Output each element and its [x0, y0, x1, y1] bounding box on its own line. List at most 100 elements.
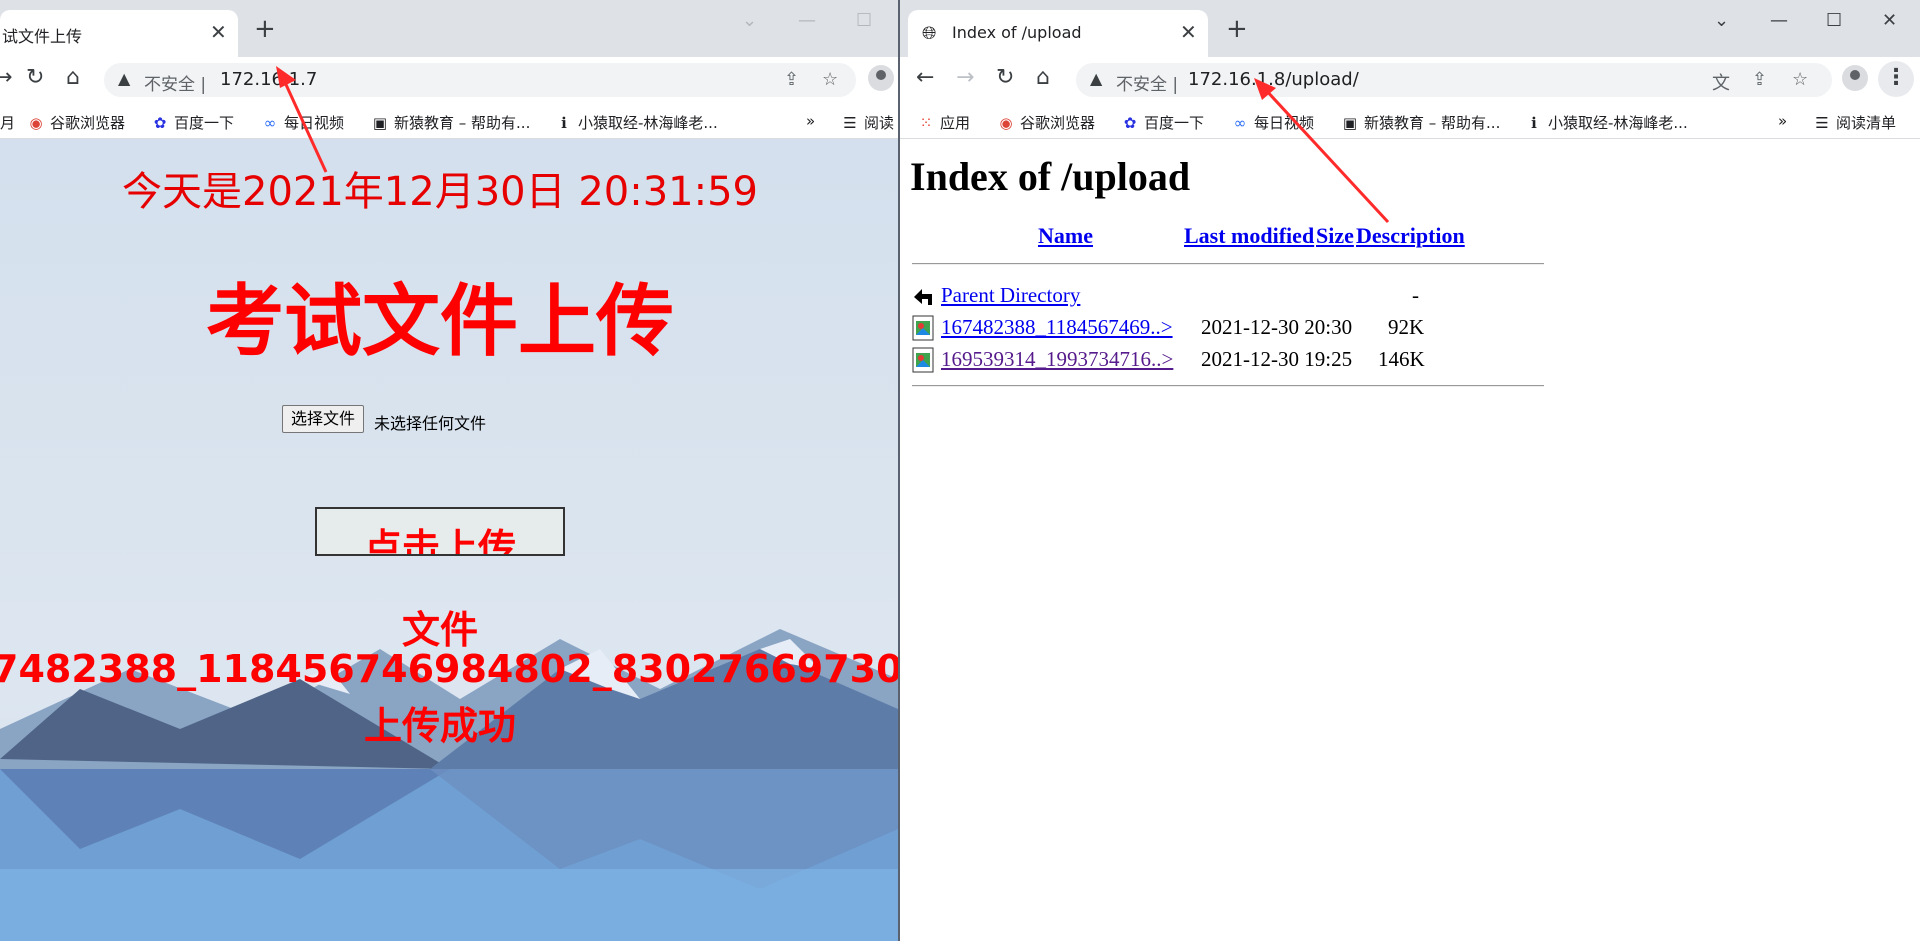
bookmark-item[interactable]: ℹ 小猿取经-林海峰老... — [1526, 112, 1688, 133]
table-row: 169539314_1993734716..> 2021-12-30 19:25… — [912, 345, 1544, 375]
bookmark-item[interactable]: ✿ 百度一下 — [1122, 112, 1204, 133]
column-header-size[interactable]: Size — [1316, 223, 1354, 249]
bookmark-item[interactable]: ▣ 新猿教育 – 帮助有... — [1342, 112, 1500, 133]
result-filename: 7482388_118456746984802_8302766973032629 — [0, 647, 898, 691]
bookmark-item[interactable]: ⁙ 应用 — [918, 112, 970, 133]
column-header-description[interactable]: Description — [1356, 223, 1465, 249]
file-modified: 2021-12-30 20:30 — [1201, 315, 1353, 339]
apps-grid-icon: ⁙ — [919, 114, 933, 132]
close-icon[interactable]: ✕ — [210, 20, 227, 44]
reload-icon[interactable]: ↻ — [996, 67, 1014, 89]
forward-icon[interactable]: → — [0, 67, 12, 89]
bookmark-item[interactable]: ∞ 每日视频 — [1232, 112, 1314, 133]
profile-avatar[interactable] — [868, 65, 894, 91]
file-modified: 2021-12-30 19:25 — [1201, 347, 1353, 371]
video-icon: ∞ — [1233, 114, 1247, 132]
left-address-bar[interactable]: ▲ 不安全 | 172.16.1.7 ⇪ ☆ — [104, 63, 856, 97]
page-heading: Index of /upload — [910, 154, 1191, 199]
bookmark-item[interactable]: ◉ 谷歌浏览器 — [28, 112, 125, 133]
footer-rule — [912, 385, 1544, 387]
new-tab-icon[interactable]: + — [254, 16, 276, 42]
header-rule — [912, 263, 1544, 265]
right-toolbar: ← → ↻ ⌂ ▲ 不安全 | 172.16.1.8/upload/ 文 ⇪ ☆… — [900, 57, 1920, 103]
upload-page: 今天是2021年12月30日 20:31:59 考试文件上传 选择文件 未选择任… — [0, 139, 898, 941]
bookmarks-more-icon[interactable]: » — [1778, 112, 1787, 130]
choose-file-button[interactable]: 选择文件 — [282, 405, 365, 433]
reading-list-icon: ☰ — [843, 114, 857, 132]
site-icon: ℹ — [1531, 114, 1537, 132]
right-address-bar[interactable]: ▲ 不安全 | 172.16.1.8/upload/ 文 ⇪ ☆ — [1076, 63, 1832, 97]
left-active-tab[interactable]: 试文件上传 ✕ — [0, 10, 238, 57]
right-tabstrip: 🌐︎ Index of /upload ✕ + ⌄ — ☐ ✕ — [900, 0, 1920, 57]
insecure-label: 不安全 | — [144, 75, 207, 95]
share-icon[interactable]: ⇪ — [784, 69, 799, 90]
bookmark-item[interactable]: ∞ 每日视频 — [262, 112, 344, 133]
result-line-1: 文件 — [401, 608, 478, 652]
file-status-text: 未选择任何文件 — [374, 414, 487, 433]
file-size: 92K — [1388, 315, 1425, 339]
image-file-icon — [912, 347, 934, 373]
insecure-label: 不安全 | — [1116, 75, 1179, 95]
warning-icon: ▲ — [1090, 69, 1103, 88]
reading-list-item[interactable]: ☰ 阅读清单 — [1814, 112, 1896, 133]
right-active-tab[interactable]: 🌐︎ Index of /upload ✕ — [908, 10, 1208, 57]
result-line-3: 上传成功 — [363, 704, 516, 748]
back-icon[interactable]: ← — [916, 67, 934, 89]
globe-icon: 🌐︎ — [922, 23, 937, 44]
file-size: 146K — [1378, 347, 1425, 371]
new-tab-icon[interactable]: + — [1226, 16, 1248, 42]
home-icon[interactable]: ⌂ — [66, 67, 80, 89]
paw-icon: ✿ — [1123, 114, 1137, 132]
image-file-icon — [912, 315, 934, 341]
site-icon: ▣ — [372, 114, 388, 132]
forward-icon[interactable]: → — [956, 67, 974, 89]
reading-list-item[interactable]: ☰ 阅读 — [842, 112, 894, 133]
url-text[interactable]: 172.16.1.8/upload/ — [1188, 69, 1359, 90]
paw-icon: ✿ — [153, 114, 167, 132]
home-icon[interactable]: ⌂ — [1036, 67, 1050, 89]
left-bookmarks-bar: 月 ◉ 谷歌浏览器 ✿ 百度一下 ∞ 每日视频 ▣ 新猿教育 – 帮助有... ℹ 小猿取… — [0, 103, 898, 139]
star-icon[interactable]: ☆ — [1792, 69, 1808, 90]
parent-directory-link[interactable]: Parent Directory — [941, 283, 1080, 308]
table-row: 167482388_1184567469..> 2021-12-30 20:30… — [912, 313, 1544, 343]
minimize-icon[interactable]: — — [798, 10, 816, 31]
right-bookmarks-bar: ⁙ 应用 ◉ 谷歌浏览器 ✿ 百度一下 ∞ 每日视频 ▣ 新猿教育 – 帮助有... ℹ小… — [900, 103, 1920, 139]
bookmarks-more-icon[interactable]: » — [806, 112, 815, 130]
translate-icon[interactable]: 文 — [1712, 69, 1730, 95]
reload-icon[interactable]: ↻ — [26, 67, 44, 89]
file-size: - — [1412, 283, 1419, 307]
warning-icon: ▲ — [118, 69, 131, 88]
left-toolbar: → ↻ ⌂ ▲ 不安全 | 172.16.1.7 ⇪ ☆ — [0, 57, 898, 103]
profile-avatar[interactable] — [1842, 65, 1868, 91]
star-icon[interactable]: ☆ — [822, 69, 838, 90]
close-icon[interactable]: ✕ — [1180, 20, 1197, 44]
kebab-menu-icon[interactable]: ⋮ — [1878, 61, 1914, 97]
bookmark-item[interactable]: 月 — [0, 112, 15, 133]
site-icon: ℹ — [561, 114, 567, 132]
site-icon: ▣ — [1342, 114, 1358, 132]
file-link-visited[interactable]: 169539314_1993734716..> — [941, 347, 1173, 372]
bookmark-item[interactable]: ▣ 新猿教育 – 帮助有... — [372, 112, 530, 133]
back-arrow-icon — [914, 289, 932, 305]
bookmark-item[interactable]: ℹ 小猿取经-林海峰老... — [556, 112, 718, 133]
right-tab-title: Index of /upload — [952, 23, 1082, 42]
upload-button[interactable]: 点击上传 — [315, 507, 565, 556]
chrome-icon: ◉ — [999, 114, 1013, 132]
close-window-icon[interactable]: ✕ — [1882, 10, 1897, 31]
upload-button-label: 点击上传 — [363, 526, 516, 556]
left-tab-title: 试文件上传 — [2, 27, 83, 46]
column-header-last-modified[interactable]: Last modified — [1184, 223, 1314, 249]
chevron-down-icon[interactable]: ⌄ — [1714, 10, 1729, 31]
url-text[interactable]: 172.16.1.7 — [220, 69, 317, 90]
chevron-down-icon[interactable]: ⌄ — [742, 10, 757, 31]
share-icon[interactable]: ⇪ — [1752, 69, 1767, 90]
bookmark-item[interactable]: ◉ 谷歌浏览器 — [998, 112, 1095, 133]
maximize-icon[interactable]: ☐ — [856, 10, 872, 31]
directory-listing-page: Index of /upload Name Last modified Size… — [900, 139, 1920, 941]
bookmark-item[interactable]: ✿ 百度一下 — [152, 112, 234, 133]
minimize-icon[interactable]: — — [1770, 10, 1788, 31]
maximize-icon[interactable]: ☐ — [1826, 10, 1842, 31]
file-link[interactable]: 167482388_1184567469..> — [941, 315, 1173, 340]
column-header-name[interactable]: Name — [1038, 223, 1093, 249]
left-browser-window: 试文件上传 ✕ + ⌄ — ☐ → ↻ ⌂ ▲ 不安全 | 172.16.1.7… — [0, 0, 898, 941]
